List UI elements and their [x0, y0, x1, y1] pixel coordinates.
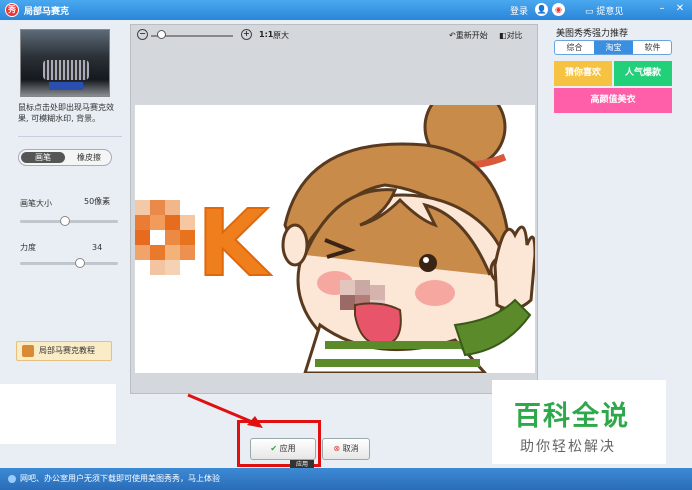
watermark-title: 百科全说 — [514, 401, 630, 432]
meitu-app-icon: 秀 — [5, 3, 19, 17]
actual-size-ratio[interactable]: 1:1 — [259, 30, 273, 39]
feedback-label: 提意见 — [596, 7, 624, 17]
zoom-in-icon[interactable]: + — [241, 29, 252, 40]
photo-letter-k: K — [197, 190, 272, 297]
main-window: 秀 局部马赛克 登录 👤 ◉ ▭ 提意见 – ✕ 鼠标点击处即出现马赛克效果, … — [0, 0, 692, 490]
cartoon-girl-image: K — [135, 105, 535, 373]
brush-size-slider[interactable] — [20, 216, 118, 226]
effect-hint: 鼠标点击处即出现马赛克效果, 可模糊水印, 背景。 — [18, 103, 114, 123]
zoom-out-icon[interactable]: − — [137, 29, 148, 40]
thumbnail-grille — [43, 60, 89, 80]
strength-label: 力度 — [20, 243, 36, 252]
compare-label: 对比 — [506, 31, 523, 40]
window-title: 局部马赛克 — [24, 7, 70, 17]
watermark-logo: 百科全说 助你轻松解决 — [492, 380, 666, 464]
strength-knob[interactable] — [74, 258, 85, 268]
mosaic-o — [135, 200, 195, 275]
status-bar[interactable]: 网吧、办公室用户无须下载即可使用美图秀秀，马上体验 — [0, 468, 692, 490]
user-icon[interactable]: 👤 — [535, 3, 548, 16]
weibo-icon[interactable]: ◉ — [552, 3, 565, 16]
thumbnail-plate — [49, 82, 83, 90]
red-arrow-annotation — [187, 393, 263, 428]
brush-size-knob[interactable] — [59, 216, 70, 226]
feedback-icon: ▭ — [585, 7, 597, 17]
reset-label: 重新开始 — [455, 31, 488, 40]
status-text[interactable]: 网吧、办公室用户无须下载即可使用美图秀秀，马上体验 — [20, 473, 220, 484]
cancel-button[interactable]: ⊗ 取消 — [322, 438, 370, 460]
close-button[interactable]: ✕ — [672, 2, 688, 16]
title-bar: 秀 局部马赛克 登录 👤 ◉ ▭ 提意见 – ✕ — [0, 0, 692, 20]
brush-size-value: 50像素 — [84, 197, 111, 206]
tutorial-label: 局部马赛克教程 — [39, 346, 95, 355]
canvas-toolbar: − + 1:1 原大 ↶重新开始 ◧对比 — [131, 25, 537, 45]
tab-software[interactable]: 软件 — [633, 41, 671, 54]
recommend-panel: 美图秀秀强力推荐 综合 淘宝 软件 猜你喜欢 人气爆款 高颜值美衣 — [548, 24, 686, 384]
tutorial-button[interactable]: 局部马赛克教程 — [16, 341, 112, 361]
tab-general[interactable]: 综合 — [555, 41, 594, 54]
edited-photo[interactable]: K — [135, 105, 535, 373]
promo-pretty-clothes[interactable]: 高颜值美衣 — [554, 88, 672, 113]
reset-button[interactable]: ↶重新开始 — [449, 30, 488, 41]
login-link[interactable]: 登录 — [510, 4, 528, 17]
strength-value: 34 — [92, 243, 103, 252]
eraser-tab[interactable]: 橡皮擦 — [69, 152, 109, 163]
divider — [18, 136, 122, 137]
brush-size-label: 画笔大小 — [20, 199, 52, 208]
car-thumbnail — [20, 29, 110, 97]
minimize-button[interactable]: – — [654, 2, 670, 16]
brush-tab[interactable]: 画笔 — [21, 152, 65, 163]
cancel-icon: ⊗ — [333, 444, 343, 453]
cancel-label: 取消 — [342, 444, 359, 453]
compare-button[interactable]: ◧对比 — [499, 30, 523, 41]
recommend-tabs: 综合 淘宝 软件 — [554, 40, 672, 55]
brush-eraser-toggle[interactable]: 画笔 橡皮擦 — [18, 149, 112, 166]
info-icon — [8, 475, 16, 483]
promo-hot-items[interactable]: 人气爆款 — [614, 61, 672, 86]
compare-icon: ◧ — [499, 31, 507, 40]
actual-size-button[interactable]: 原大 — [273, 30, 289, 41]
watermark-subtitle: 助你轻松解决 — [520, 439, 616, 455]
left-blank-area — [0, 384, 116, 444]
zoom-knob[interactable] — [157, 30, 166, 39]
undo-icon: ↶ — [449, 31, 456, 40]
canvas-panel: − + 1:1 原大 ↶重新开始 ◧对比 K — [130, 24, 538, 394]
tab-taobao[interactable]: 淘宝 — [594, 41, 633, 54]
promo-guess-you-like[interactable]: 猜你喜欢 — [554, 61, 612, 86]
strength-slider[interactable] — [20, 258, 118, 268]
recommend-title: 美图秀秀强力推荐 — [556, 29, 629, 39]
feedback-link[interactable]: ▭ 提意见 — [585, 4, 623, 17]
gift-icon — [22, 345, 34, 357]
